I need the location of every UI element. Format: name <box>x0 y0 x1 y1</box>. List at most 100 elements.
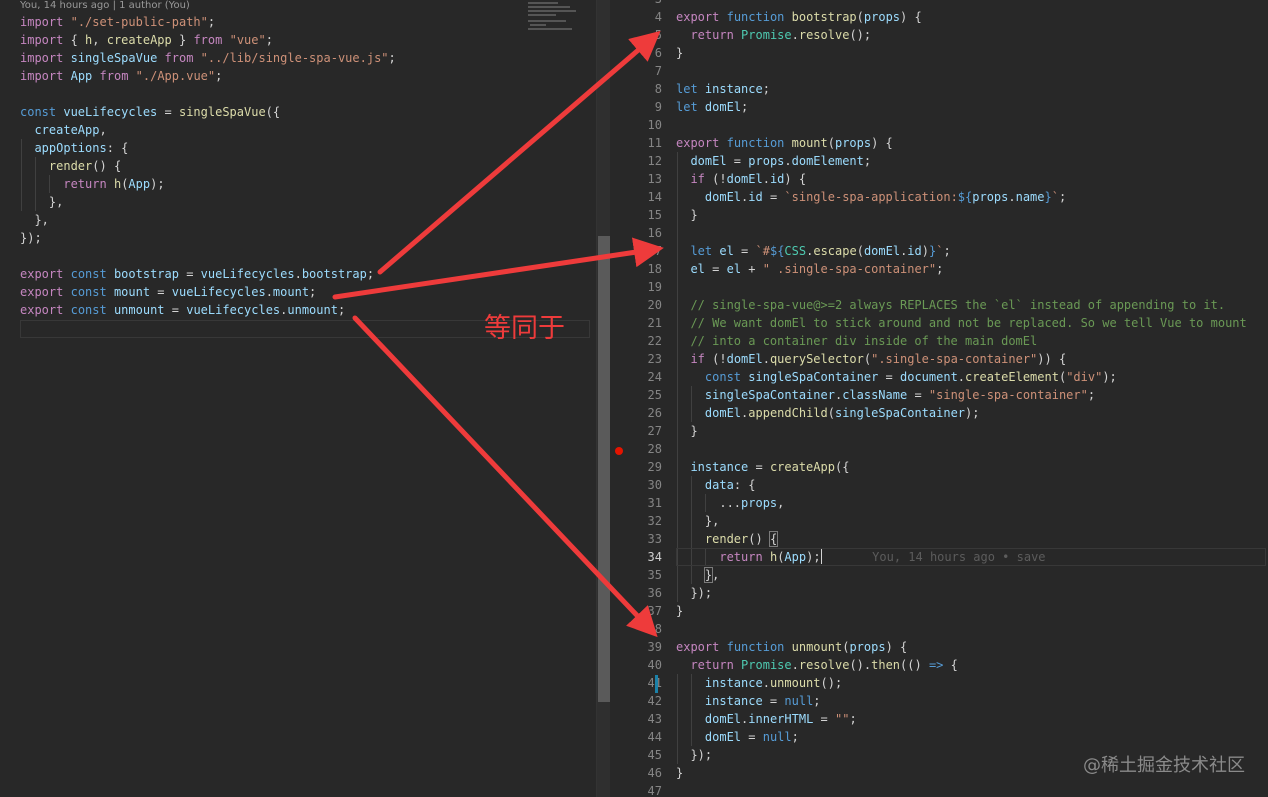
code-line[interactable]: appOptions: { <box>20 139 396 157</box>
line-number[interactable]: 18 <box>610 260 662 278</box>
line-number[interactable]: 43 <box>610 710 662 728</box>
git-modified-indicator[interactable] <box>655 675 658 693</box>
line-number[interactable]: 34 <box>610 548 662 566</box>
code-line[interactable]: } <box>676 44 1247 62</box>
code-line[interactable]: instance = null; <box>676 692 1247 710</box>
code-line[interactable] <box>676 62 1247 80</box>
code-line[interactable] <box>676 116 1247 134</box>
line-number[interactable]: 26 <box>610 404 662 422</box>
line-number[interactable]: 17 <box>610 242 662 260</box>
inline-blame-annotation[interactable]: You, 14 hours ago • save <box>872 550 1045 564</box>
line-number[interactable]: 10 <box>610 116 662 134</box>
code-line[interactable]: // into a container div inside of the ma… <box>676 332 1247 350</box>
line-number[interactable]: 27 <box>610 422 662 440</box>
code-line[interactable]: data: { <box>676 476 1247 494</box>
code-line[interactable]: let el = `#${CSS.escape(domEl.id)}`; <box>676 242 1247 260</box>
code-line[interactable]: export function bootstrap(props) { <box>676 8 1247 26</box>
code-line[interactable]: if (!domEl.querySelector(".single-spa-co… <box>676 350 1247 368</box>
code-line[interactable]: import { h, createApp } from "vue"; <box>20 31 396 49</box>
line-number[interactable]: 29 <box>610 458 662 476</box>
code-line[interactable]: instance = createApp({ <box>676 458 1247 476</box>
line-number[interactable]: 36 <box>610 584 662 602</box>
line-number[interactable]: 33 <box>610 530 662 548</box>
code-line[interactable] <box>20 247 396 265</box>
code-line[interactable]: domEl.appendChild(singleSpaContainer); <box>676 404 1247 422</box>
line-number[interactable]: 3 <box>610 0 662 8</box>
code-line[interactable]: if (!domEl.id) { <box>676 170 1247 188</box>
line-number[interactable]: 13 <box>610 170 662 188</box>
code-line[interactable]: const vueLifecycles = singleSpaVue({ <box>20 103 396 121</box>
line-number[interactable]: 8 <box>610 80 662 98</box>
code-line[interactable]: return Promise.resolve().then(() => { <box>676 656 1247 674</box>
line-number[interactable]: 12 <box>610 152 662 170</box>
line-number[interactable]: 20 <box>610 296 662 314</box>
line-number[interactable]: 9 <box>610 98 662 116</box>
line-number[interactable]: 44 <box>610 728 662 746</box>
right-code-area[interactable]: export function bootstrap(props) { retur… <box>676 0 1247 797</box>
line-number[interactable]: 11 <box>610 134 662 152</box>
code-line[interactable] <box>20 85 396 103</box>
code-line[interactable]: domEl. id = `single-spa-application:${pro… <box>676 188 1247 206</box>
line-number[interactable]: 24 <box>610 368 662 386</box>
code-line[interactable]: ...props, <box>676 494 1247 512</box>
line-number[interactable]: 5 <box>610 26 662 44</box>
code-line[interactable]: createApp, <box>20 121 396 139</box>
left-code-area[interactable]: import "./set-public-path"; import { h, c… <box>20 13 396 319</box>
line-number[interactable]: 19 <box>610 278 662 296</box>
scrollbar-thumb[interactable] <box>598 236 610 702</box>
code-line[interactable]: }, <box>20 193 396 211</box>
line-number[interactable]: 38 <box>610 620 662 638</box>
code-line[interactable] <box>676 0 1247 8</box>
line-number[interactable]: 7 <box>610 62 662 80</box>
code-line[interactable]: domEl = null; <box>676 728 1247 746</box>
line-number[interactable]: 31 <box>610 494 662 512</box>
line-number[interactable]: 45 <box>610 746 662 764</box>
code-line[interactable]: }, <box>676 512 1247 530</box>
line-number[interactable]: 46 <box>610 764 662 782</box>
code-line[interactable]: export const bootstrap = vueLifecycles.b… <box>20 265 396 283</box>
line-number[interactable]: 39 <box>610 638 662 656</box>
right-editor-pane[interactable]: 3456789101112131415161718192021222324252… <box>610 0 1268 797</box>
line-number[interactable]: 35 <box>610 566 662 584</box>
code-line[interactable]: export function unmount(props) { <box>676 638 1247 656</box>
code-line[interactable]: let domEl; <box>676 98 1247 116</box>
line-number[interactable]: 14 <box>610 188 662 206</box>
code-line[interactable]: return Promise.resolve(); <box>676 26 1247 44</box>
code-line[interactable]: import "./set-public-path"; <box>20 13 396 31</box>
code-line[interactable] <box>676 278 1247 296</box>
code-line[interactable] <box>676 620 1247 638</box>
left-editor-pane[interactable]: You, 14 hours ago | 1 author (You) impor… <box>0 0 596 797</box>
code-line[interactable]: singleSpaContainer.className = "single-s… <box>676 386 1247 404</box>
line-number[interactable]: 6 <box>610 44 662 62</box>
line-number[interactable]: 23 <box>610 350 662 368</box>
code-line[interactable]: domEl = props.domElement; <box>676 152 1247 170</box>
code-line[interactable]: domEl.innerHTML = ""; <box>676 710 1247 728</box>
code-line[interactable]: return h(App); <box>20 175 396 193</box>
code-line[interactable]: } <box>676 602 1247 620</box>
line-number[interactable]: 4 <box>610 8 662 26</box>
code-line[interactable]: }); <box>676 584 1247 602</box>
git-blame-header[interactable]: You, 14 hours ago | 1 author (You) <box>20 0 190 11</box>
line-number[interactable]: 21 <box>610 314 662 332</box>
line-number[interactable]: 22 <box>610 332 662 350</box>
code-line[interactable]: }, <box>20 211 396 229</box>
line-number[interactable]: 42 <box>610 692 662 710</box>
code-line[interactable]: export const unmount = vueLifecycles.unm… <box>20 301 396 319</box>
code-line[interactable]: export function mount(props) { <box>676 134 1247 152</box>
code-line[interactable]: } <box>676 206 1247 224</box>
minimap[interactable] <box>528 0 580 32</box>
line-number[interactable]: 15 <box>610 206 662 224</box>
code-line[interactable]: render() { <box>20 157 396 175</box>
code-line[interactable]: render() { <box>676 530 1247 548</box>
code-line[interactable]: // We want domEl to stick around and not… <box>676 314 1246 332</box>
code-line[interactable]: export const mount = vueLifecycles.mount… <box>20 283 396 301</box>
code-line[interactable]: // single-spa-vue@>=2 always REPLACES th… <box>676 296 1247 314</box>
line-number[interactable]: 30 <box>610 476 662 494</box>
code-line[interactable]: return h(App); You, 14 hours ago • save <box>676 548 1247 566</box>
code-line[interactable] <box>676 782 1247 797</box>
code-line[interactable]: import App from "./App.vue"; <box>20 67 396 85</box>
line-number[interactable]: 32 <box>610 512 662 530</box>
line-number[interactable]: 47 <box>610 782 662 797</box>
line-number[interactable]: 40 <box>610 656 662 674</box>
breakpoint-icon[interactable] <box>615 447 623 455</box>
